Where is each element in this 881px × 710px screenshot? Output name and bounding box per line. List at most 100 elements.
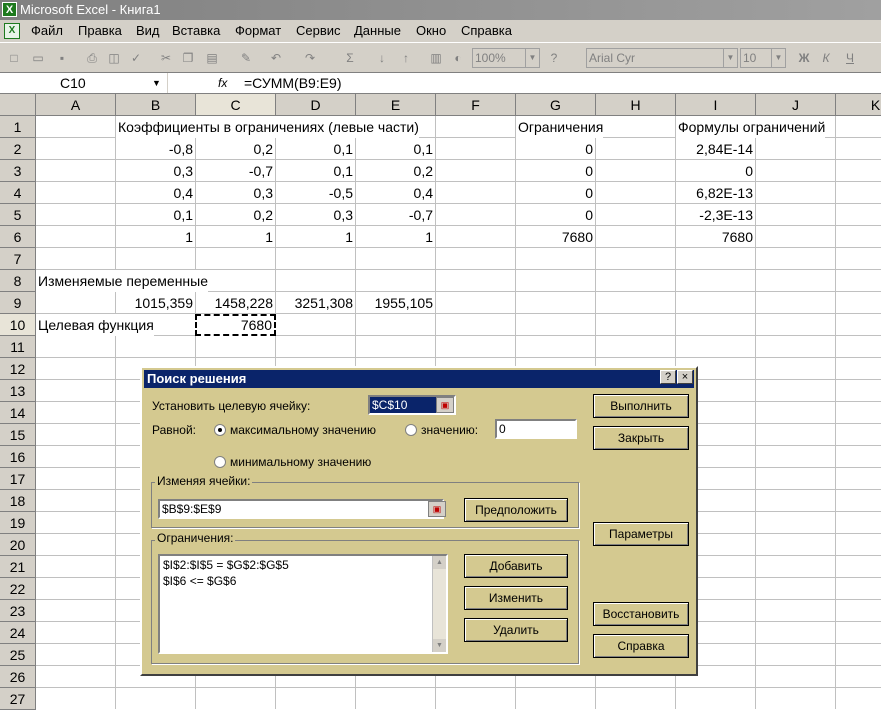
cell-d5[interactable]: 0,3 — [276, 204, 355, 226]
row-header[interactable]: 14 — [0, 402, 36, 424]
cell-g1[interactable]: Ограничения — [516, 116, 604, 138]
sort-asc-icon[interactable]: ↓ — [374, 50, 390, 66]
cell-i4[interactable]: 6,82E-13 — [676, 182, 755, 204]
spelling-icon[interactable]: ✓ — [128, 50, 144, 66]
menu-file[interactable]: Файл — [31, 20, 63, 42]
min-label[interactable]: минимальному значению — [230, 455, 371, 469]
cell-c3[interactable]: -0,7 — [196, 160, 275, 182]
cell-c10[interactable]: 7680 — [195, 314, 276, 336]
column-header[interactable]: K — [836, 94, 881, 116]
cell-i2[interactable]: 2,84E-14 — [676, 138, 755, 160]
cell-b1[interactable]: Коэффициенты в ограничениях (левые части… — [116, 116, 419, 138]
row-header[interactable]: 22 — [0, 578, 36, 600]
sort-desc-icon[interactable]: ↑ — [398, 50, 414, 66]
row-header[interactable]: 19 — [0, 512, 36, 534]
row-header[interactable]: 16 — [0, 446, 36, 468]
cell-g3[interactable]: 0 — [516, 160, 595, 182]
menu-edit[interactable]: Правка — [78, 20, 122, 42]
close-icon[interactable]: × — [677, 370, 693, 384]
name-box[interactable]: C10 ▼ — [0, 73, 168, 93]
max-label[interactable]: максимальному значению — [230, 423, 376, 437]
changing-cells-input[interactable]: $B$9:$E$9 — [158, 499, 444, 519]
help-button[interactable]: Справка — [593, 634, 689, 658]
cell-e2[interactable]: 0,1 — [356, 138, 435, 160]
menu-insert[interactable]: Вставка — [172, 20, 220, 42]
cell-i6[interactable]: 7680 — [676, 226, 755, 248]
menu-data[interactable]: Данные — [354, 20, 401, 42]
cell-e9[interactable]: 1955,105 — [356, 292, 435, 314]
row-header[interactable]: 11 — [0, 336, 36, 358]
cell-b6[interactable]: 1 — [116, 226, 195, 248]
cell-d2[interactable]: 0,1 — [276, 138, 355, 160]
constraints-list[interactable]: $I$2:$I$5 = $G$2:$G$5 $I$6 <= $G$6 ▲ ▼ — [158, 554, 448, 654]
cell-a10[interactable]: Целевая функция — [36, 314, 154, 336]
cell-i3[interactable]: 0 — [676, 160, 755, 182]
row-header[interactable]: 9 — [0, 292, 36, 314]
underline-icon[interactable]: Ч — [842, 50, 858, 66]
column-header[interactable]: G — [516, 94, 596, 116]
row-header[interactable]: 15 — [0, 424, 36, 446]
bold-icon[interactable]: Ж — [796, 50, 812, 66]
print-icon[interactable]: ⎙ — [84, 50, 100, 66]
chart-icon[interactable]: ▥ — [428, 50, 444, 66]
zoom-select[interactable]: 100% ▼ — [472, 48, 540, 68]
row-header[interactable]: 6 — [0, 226, 36, 248]
list-item[interactable]: $I$2:$I$5 = $G$2:$G$5 — [160, 556, 446, 574]
paste-icon[interactable]: ▤ — [204, 50, 220, 66]
cell-b3[interactable]: 0,3 — [116, 160, 195, 182]
help-icon[interactable]: ? — [546, 50, 562, 66]
menu-help[interactable]: Справка — [461, 20, 512, 42]
collapse-dialog-icon[interactable]: ▣ — [436, 397, 454, 413]
column-header[interactable]: H — [596, 94, 676, 116]
row-header[interactable]: 23 — [0, 600, 36, 622]
autosum-icon[interactable]: Σ — [342, 50, 358, 66]
cell-g5[interactable]: 0 — [516, 204, 595, 226]
row-header[interactable]: 25 — [0, 644, 36, 666]
font-select[interactable]: Arial Cyr ▼ — [586, 48, 738, 68]
cell-c4[interactable]: 0,3 — [196, 182, 275, 204]
cell-b9[interactable]: 1015,359 — [116, 292, 195, 314]
cut-icon[interactable]: ✂ — [158, 50, 174, 66]
delete-button[interactable]: Удалить — [464, 618, 568, 642]
italic-icon[interactable]: К — [818, 50, 834, 66]
column-header[interactable]: C — [196, 94, 276, 116]
row-header[interactable]: 1 — [0, 116, 36, 138]
cell-c2[interactable]: 0,2 — [196, 138, 275, 160]
cell-c9[interactable]: 1458,228 — [196, 292, 275, 314]
fx-icon[interactable]: fx — [218, 73, 227, 93]
redo-icon[interactable]: ↷ — [302, 50, 318, 66]
options-button[interactable]: Параметры — [593, 522, 689, 546]
cell-d3[interactable]: 0,1 — [276, 160, 355, 182]
cell-e3[interactable]: 0,2 — [356, 160, 435, 182]
help-question-icon[interactable]: ? — [660, 370, 676, 384]
close-button[interactable]: Закрыть — [593, 426, 689, 450]
drawing-icon[interactable]: ◐ — [450, 50, 466, 66]
cell-e4[interactable]: 0,4 — [356, 182, 435, 204]
guess-button[interactable]: Предположить — [464, 498, 568, 522]
cell-g6[interactable]: 7680 — [516, 226, 595, 248]
row-header[interactable]: 8 — [0, 270, 36, 292]
cell-b4[interactable]: 0,4 — [116, 182, 195, 204]
row-header[interactable]: 4 — [0, 182, 36, 204]
min-radio[interactable] — [214, 456, 226, 468]
row-header[interactable]: 21 — [0, 556, 36, 578]
column-header[interactable]: J — [756, 94, 836, 116]
max-radio[interactable] — [214, 424, 226, 436]
row-header[interactable]: 13 — [0, 380, 36, 402]
row-header[interactable]: 26 — [0, 666, 36, 688]
row-header[interactable]: 3 — [0, 160, 36, 182]
value-radio[interactable] — [405, 424, 417, 436]
cell-d9[interactable]: 3251,308 — [276, 292, 355, 314]
row-header[interactable]: 18 — [0, 490, 36, 512]
undo-icon[interactable]: ↶ — [268, 50, 284, 66]
cell-c6[interactable]: 1 — [196, 226, 275, 248]
row-header[interactable]: 24 — [0, 622, 36, 644]
cell-g2[interactable]: 0 — [516, 138, 595, 160]
row-header[interactable]: 20 — [0, 534, 36, 556]
cell-d6[interactable]: 1 — [276, 226, 355, 248]
list-item[interactable]: $I$6 <= $G$6 — [160, 574, 446, 588]
column-header[interactable]: B — [116, 94, 196, 116]
open-icon[interactable]: ▭ — [30, 50, 46, 66]
change-button[interactable]: Изменить — [464, 586, 568, 610]
cell-c5[interactable]: 0,2 — [196, 204, 275, 226]
